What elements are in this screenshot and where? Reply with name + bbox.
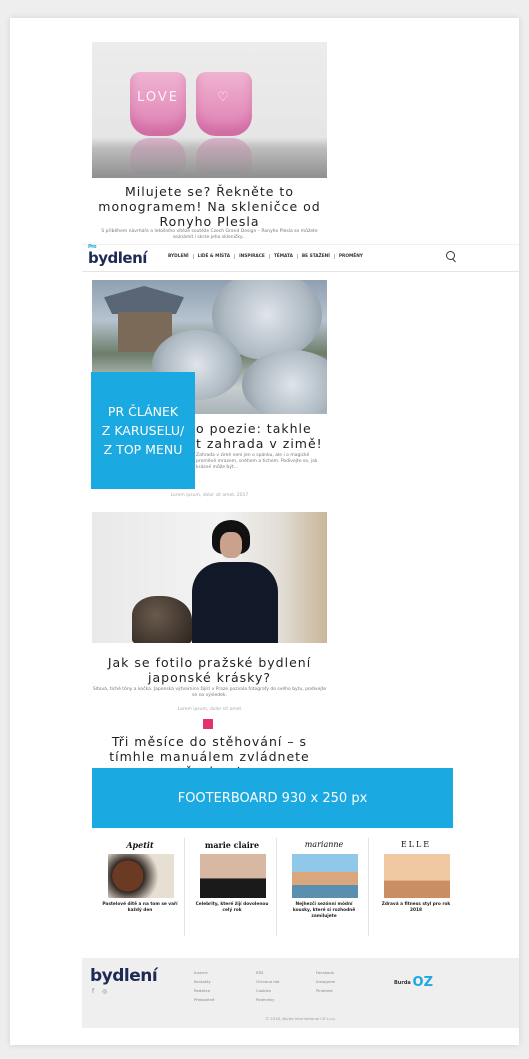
category-marker bbox=[203, 719, 213, 729]
nav-item[interactable]: BYDLENÍ bbox=[164, 254, 194, 259]
cat bbox=[132, 596, 192, 643]
partner-card[interactable]: marie claire Celebrity, které žijí dovol… bbox=[188, 838, 277, 936]
promo-line: Z TOP MENU bbox=[103, 442, 183, 457]
copyright: © 2018, Burda International CZ s.r.o. bbox=[265, 1016, 336, 1021]
footer-link[interactable]: Inzerce bbox=[194, 968, 214, 977]
woman-figure bbox=[192, 562, 278, 643]
partner-brand: marie claire bbox=[204, 840, 260, 850]
footer-link[interactable]: Pinterest bbox=[316, 986, 335, 995]
partner-caption: Zdravá a fitness styl pro rok 2018 bbox=[381, 902, 451, 913]
article-title[interactable]: Jak se fotilo pražské bydlení japonské k… bbox=[92, 655, 327, 685]
promo-line: PR ČLÁNEK bbox=[107, 404, 179, 419]
footer-link[interactable]: Cookies bbox=[256, 986, 280, 995]
article-image-portrait[interactable] bbox=[92, 512, 327, 643]
publisher-oz: OZ bbox=[412, 975, 434, 990]
title-line: o poezie: takhle bbox=[196, 421, 312, 436]
partner-brand: Apetit bbox=[126, 840, 154, 850]
footer-link[interactable]: RSS bbox=[256, 968, 280, 977]
footer-link[interactable]: Instagram bbox=[316, 977, 335, 986]
glass-text: LOVE bbox=[137, 90, 179, 105]
footer-link[interactable]: Ochrana dat bbox=[256, 977, 280, 986]
instagram-icon[interactable]: ◎ bbox=[102, 988, 107, 995]
partner-card[interactable]: marianne Nejhezčí sezónní módní kousky, … bbox=[280, 838, 369, 936]
article-meta: Lorem ipsum, dolor sit amet bbox=[177, 707, 242, 712]
partner-image bbox=[200, 854, 266, 898]
glass-left: LOVE bbox=[130, 72, 186, 136]
article-title[interactable]: Milujete se? Řekněte to monogramem! Na s… bbox=[92, 184, 327, 229]
pavilion-roof bbox=[104, 286, 184, 314]
nav-item[interactable]: INSPIRACE bbox=[235, 254, 270, 259]
article-title[interactable]: Tři měsíce do stěhování – s tímhle manuá… bbox=[92, 734, 327, 768]
nav-item[interactable]: TÉMATA bbox=[270, 254, 298, 259]
nav-item[interactable]: LIDÉ & MÍSTA bbox=[194, 254, 236, 259]
partner-caption: Celebrity, které žijí dovolenou celý rok bbox=[195, 902, 269, 913]
publisher-logo[interactable]: Burda OZ bbox=[394, 975, 433, 990]
woman-face bbox=[220, 532, 242, 558]
main-menu: BYDLENÍ LIDÉ & MÍSTA INSPIRACE TÉMATA BE… bbox=[164, 254, 367, 259]
footer-link[interactable]: Facebook bbox=[316, 968, 335, 977]
glass-reflection bbox=[196, 138, 252, 174]
site-footer: bydlení f ◎ Inzerce Kontakty Redakce Pře… bbox=[82, 958, 519, 1028]
article-meta: Lorem ipsum, dolor sit amet, 2017 bbox=[170, 493, 249, 498]
partner-brand: ELLE bbox=[400, 840, 432, 849]
search-icon[interactable] bbox=[446, 251, 455, 260]
footer-link[interactable]: Podmínky bbox=[256, 995, 280, 1004]
article-excerpt: Zahrada v zimě není jen o spánku, ale i … bbox=[196, 453, 318, 470]
frosted-bush bbox=[242, 350, 327, 414]
promo-line: Z KARUSELU/ bbox=[101, 423, 185, 438]
nav-item[interactable]: PROMĚNY bbox=[335, 254, 367, 259]
article-title[interactable]: o poezie: takhle t zahrada v zimě! bbox=[196, 421, 331, 451]
glass-right: ♡ bbox=[196, 72, 252, 136]
partner-image bbox=[292, 854, 358, 898]
partner-card[interactable]: Apetit Pastelové dítě a na tom se vaří k… bbox=[96, 838, 185, 936]
glass-heart: ♡ bbox=[217, 90, 231, 105]
site-logo[interactable]: bydlení bbox=[88, 249, 147, 267]
nav-item[interactable]: BE STAŽENÍ bbox=[298, 254, 335, 259]
facebook-icon[interactable]: f bbox=[92, 988, 94, 995]
partner-brand: marianne bbox=[304, 840, 344, 849]
partner-caption: Pastelové dítě a na tom se vaří každý de… bbox=[102, 902, 178, 913]
publisher-name: Burda bbox=[394, 980, 411, 986]
article-excerpt: S příběhem návrháře a letošního vítěze s… bbox=[101, 229, 318, 240]
glass-reflection bbox=[130, 138, 186, 174]
footer-logo[interactable]: bydlení bbox=[90, 966, 158, 986]
partner-image bbox=[384, 854, 450, 898]
article-excerpt: Sítová, tiché tóny a kočka. Japonská výt… bbox=[92, 687, 327, 698]
partner-image bbox=[108, 854, 174, 898]
footer-col-2: RSS Ochrana dat Cookies Podmínky bbox=[256, 968, 280, 1004]
footer-col-1: Inzerce Kontakty Redakce Předplatné bbox=[194, 968, 214, 1004]
footer-link[interactable]: Redakce bbox=[194, 986, 214, 995]
footerboard-ad[interactable]: FOOTERBOARD 930 x 250 px bbox=[92, 768, 453, 828]
partner-card[interactable]: ELLE Zdravá a fitness styl pro rok 2018 bbox=[372, 838, 460, 936]
footer-col-3: Facebook Instagram Pinterest bbox=[316, 968, 335, 995]
sticky-nav: Pro bydlení BYDLENÍ LIDÉ & MÍSTA INSPIRA… bbox=[82, 244, 519, 272]
title-line: t zahrada v zimě! bbox=[196, 436, 323, 451]
pr-article-placeholder[interactable]: PR ČLÁNEK Z KARUSELU/ Z TOP MENU bbox=[91, 372, 195, 489]
footer-link[interactable]: Kontakty bbox=[194, 977, 214, 986]
article-image-glasses[interactable]: LOVE ♡ bbox=[92, 42, 327, 178]
footer-link[interactable]: Předplatné bbox=[194, 995, 214, 1004]
partner-caption: Nejhezčí sezónní módní kousky, které si … bbox=[292, 902, 356, 919]
